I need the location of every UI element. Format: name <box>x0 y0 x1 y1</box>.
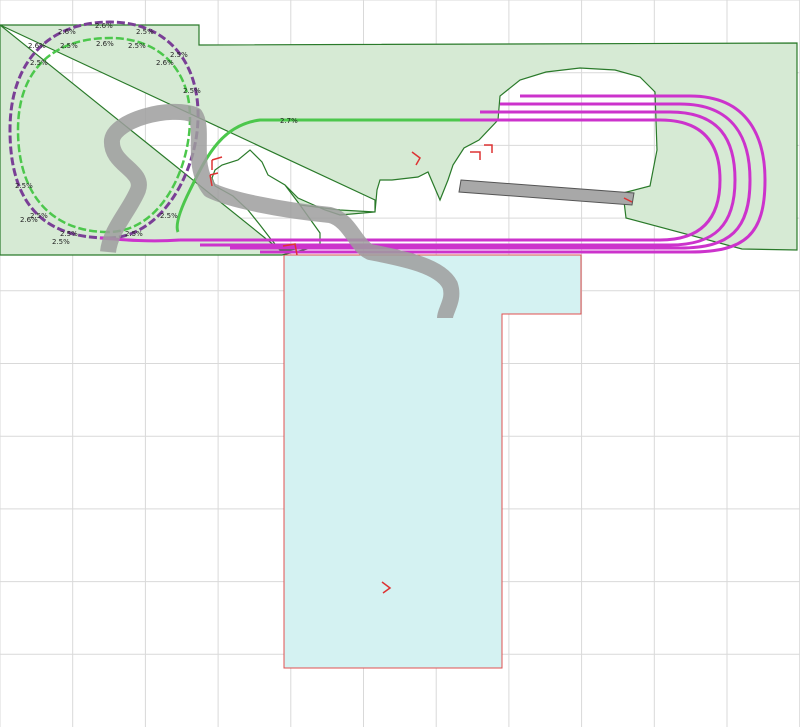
grade-label: 2.6% <box>28 42 46 50</box>
grade-label: 2.7% <box>280 117 298 125</box>
grade-label: 2.5% <box>15 182 33 190</box>
grade-label: 2.5% <box>60 230 78 238</box>
grade-label: 2.5% <box>125 230 143 238</box>
grade-label: 2.5% <box>128 42 146 50</box>
grade-label: 2.5% <box>170 51 188 59</box>
grade-label: 2.5% <box>160 212 178 220</box>
structure <box>458 179 635 206</box>
grade-label: 2.6% <box>96 40 114 48</box>
grade-label: 2.6% <box>20 216 38 224</box>
marker-4 <box>470 151 481 160</box>
grade-label: 2.5% <box>30 59 48 67</box>
grade-label: 2.5% <box>183 87 201 95</box>
grade-label: 2.5% <box>52 238 70 246</box>
grade-label: 2.6% <box>156 59 174 67</box>
lower-level-area <box>283 254 582 669</box>
track-plan-diagram: 2.6% 2.6% 2.5% 2.6% 2.5% 2.5% 2.6% 2.5% … <box>0 0 800 727</box>
grade-label: 2.5% <box>60 42 78 50</box>
marker-5 <box>484 144 493 153</box>
grade-label: 2.5% <box>136 28 154 36</box>
grade-label: 2.6% <box>58 28 76 36</box>
grade-label: 2.6% <box>95 22 113 30</box>
